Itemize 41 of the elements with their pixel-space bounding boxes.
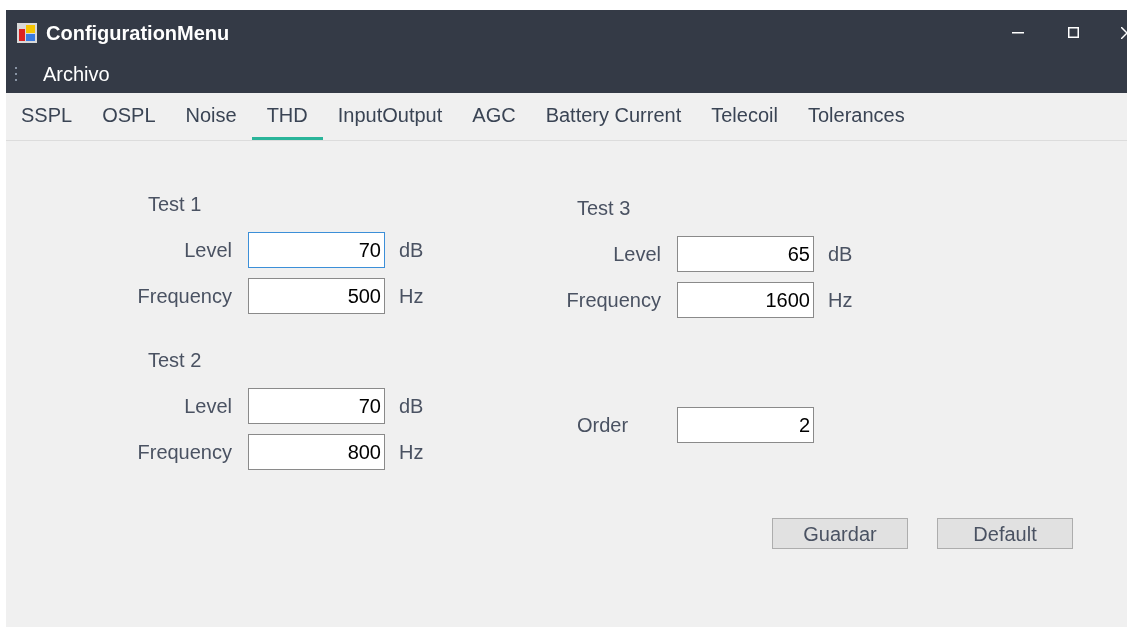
input-field[interactable]: 500 — [248, 278, 385, 314]
close-icon[interactable] — [1121, 26, 1127, 39]
group-title: Test 2 — [148, 348, 202, 372]
tab[interactable]: SSPL — [6, 93, 88, 140]
window-title: ConfigurationMenu — [46, 20, 230, 46]
tab[interactable]: Tolerances — [792, 93, 920, 140]
field-label: Level — [184, 238, 232, 263]
unit-label: Hz — [399, 284, 424, 309]
minimize-icon[interactable] — [1012, 31, 1024, 34]
tab[interactable]: Battery Current — [530, 93, 697, 140]
field-label: Frequency — [137, 284, 232, 309]
menu-item[interactable]: Archivo — [43, 59, 110, 89]
field-label: Frequency — [137, 440, 232, 465]
input-field[interactable]: 2 — [677, 407, 814, 443]
group-title: Test 3 — [577, 196, 631, 220]
tab[interactable]: Telecoil — [696, 93, 793, 140]
unit-label: dB — [828, 242, 853, 267]
input-field[interactable]: 70 — [248, 388, 385, 424]
field-label: Level — [613, 242, 661, 267]
action-button[interactable]: Guardar — [772, 518, 908, 549]
field-label: Frequency — [566, 288, 661, 313]
unit-label: Hz — [399, 440, 424, 465]
unit-label: dB — [399, 238, 424, 263]
tab[interactable]: AGC — [457, 93, 531, 140]
maximize-icon[interactable] — [1068, 27, 1079, 38]
tab[interactable]: Noise — [170, 93, 252, 140]
grip-icon — [15, 67, 18, 81]
tab[interactable]: OSPL — [87, 93, 171, 140]
input-field[interactable]: 70 — [248, 232, 385, 268]
action-button[interactable]: Default — [937, 518, 1073, 549]
tab[interactable]: InputOutput — [322, 93, 458, 140]
tab[interactable]: THD — [251, 93, 323, 140]
group-title: Test 1 — [148, 192, 202, 216]
input-field[interactable]: 800 — [248, 434, 385, 470]
input-field[interactable]: 1600 — [677, 282, 814, 318]
field-label: Order — [577, 413, 630, 438]
field-label: Level — [184, 394, 232, 419]
unit-label: dB — [399, 394, 424, 419]
input-field[interactable]: 65 — [677, 236, 814, 272]
app-icon — [17, 22, 37, 43]
unit-label: Hz — [828, 288, 853, 313]
